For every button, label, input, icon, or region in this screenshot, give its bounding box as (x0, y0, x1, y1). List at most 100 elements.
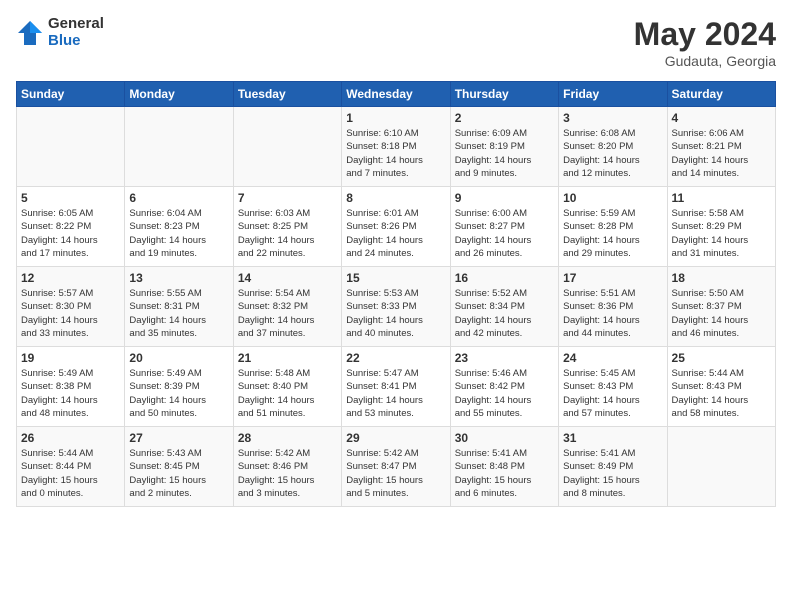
calendar-cell: 31 Sunrise: 5:41 AMSunset: 8:49 PMDayligh… (559, 427, 667, 507)
day-number: 31 (563, 431, 662, 445)
day-info: Sunrise: 5:49 AMSunset: 8:38 PMDaylight:… (21, 367, 120, 420)
day-number: 23 (455, 351, 554, 365)
day-info: Sunrise: 5:54 AMSunset: 8:32 PMDaylight:… (238, 287, 337, 340)
day-number: 10 (563, 191, 662, 205)
day-info: Sunrise: 5:50 AMSunset: 8:37 PMDaylight:… (672, 287, 771, 340)
day-number: 16 (455, 271, 554, 285)
calendar-cell: 17Sunrise: 5:51 AMSunset: 8:36 PMDayligh… (559, 267, 667, 347)
day-number: 12 (21, 271, 120, 285)
calendar-cell: 27Sunrise: 5:43 AMSunset: 8:45 PMDayligh… (125, 427, 233, 507)
calendar-cell: 13 Sunrise: 5:55 AMSunset: 8:31 PMDayligh… (125, 267, 233, 347)
day-info: Sunrise: 6:00 AMSunset: 8:27 PMDaylight:… (455, 207, 554, 260)
day-info: Sunrise: 6:10 AMSunset: 8:18 PMDaylight:… (346, 127, 445, 180)
day-number: 11 (672, 191, 771, 205)
calendar-cell: 28Sunrise: 5:42 AMSunset: 8:46 PMDayligh… (233, 427, 341, 507)
day-number: 3 (563, 111, 662, 125)
col-header-friday: Friday (559, 82, 667, 107)
day-info: Sunrise: 5:42 AMSunset: 8:47 PMDaylight:… (346, 447, 445, 500)
day-info: Sunrise: 5:55 AMSunset: 8:31 PMDaylight:… (129, 287, 228, 340)
day-info: Sunrise: 6:03 AMSunset: 8:25 PMDaylight:… (238, 207, 337, 260)
calendar-week-row: 5Sunrise: 6:05 AMSunset: 8:22 PMDaylight… (17, 187, 776, 267)
day-number: 26 (21, 431, 120, 445)
day-info: Sunrise: 5:51 AMSunset: 8:36 PMDaylight:… (563, 287, 662, 340)
calendar-cell: 29 Sunrise: 5:42 AMSunset: 8:47 PMDayligh… (342, 427, 450, 507)
calendar-cell: 2 Sunrise: 6:09 AMSunset: 8:19 PMDaylight… (450, 107, 558, 187)
calendar-cell: 10Sunrise: 5:59 AMSunset: 8:28 PMDayligh… (559, 187, 667, 267)
calendar-title: May 2024 (634, 16, 776, 53)
day-number: 8 (346, 191, 445, 205)
day-info: Sunrise: 5:41 AMSunset: 8:49 PMDaylight:… (563, 447, 662, 500)
col-header-wednesday: Wednesday (342, 82, 450, 107)
day-info: Sunrise: 6:08 AMSunset: 8:20 PMDaylight:… (563, 127, 662, 180)
day-info: Sunrise: 5:48 AMSunset: 8:40 PMDaylight:… (238, 367, 337, 420)
calendar-cell: 20 Sunrise: 5:49 AMSunset: 8:39 PMDayligh… (125, 347, 233, 427)
calendar-cell (125, 107, 233, 187)
day-number: 25 (672, 351, 771, 365)
day-number: 20 (129, 351, 228, 365)
calendar-cell: 25 Sunrise: 5:44 AMSunset: 8:43 PMDayligh… (667, 347, 775, 427)
day-info: Sunrise: 5:52 AMSunset: 8:34 PMDaylight:… (455, 287, 554, 340)
day-info: Sunrise: 5:47 AMSunset: 8:41 PMDaylight:… (346, 367, 445, 420)
day-info: Sunrise: 6:09 AMSunset: 8:19 PMDaylight:… (455, 127, 554, 180)
day-number: 22 (346, 351, 445, 365)
day-number: 21 (238, 351, 337, 365)
day-info: Sunrise: 5:44 AMSunset: 8:43 PMDaylight:… (672, 367, 771, 420)
calendar-cell: 16 Sunrise: 5:52 AMSunset: 8:34 PMDayligh… (450, 267, 558, 347)
calendar-cell: 23 Sunrise: 5:46 AMSunset: 8:42 PMDayligh… (450, 347, 558, 427)
calendar-cell: 15 Sunrise: 5:53 AMSunset: 8:33 PMDayligh… (342, 267, 450, 347)
logo: General Blue (16, 16, 104, 49)
col-header-monday: Monday (125, 82, 233, 107)
day-info: Sunrise: 5:41 AMSunset: 8:48 PMDaylight:… (455, 447, 554, 500)
logo-blue-text: Blue (48, 33, 104, 50)
day-number: 15 (346, 271, 445, 285)
logo-text: General Blue (48, 16, 104, 49)
day-info: Sunrise: 5:49 AMSunset: 8:39 PMDaylight:… (129, 367, 228, 420)
calendar-location: Gudauta, Georgia (634, 53, 776, 69)
day-number: 18 (672, 271, 771, 285)
day-info: Sunrise: 5:58 AMSunset: 8:29 PMDaylight:… (672, 207, 771, 260)
calendar-cell: 9Sunrise: 6:00 AMSunset: 8:27 PMDaylight… (450, 187, 558, 267)
day-info: Sunrise: 5:53 AMSunset: 8:33 PMDaylight:… (346, 287, 445, 340)
page-header: General Blue May 2024 Gudauta, Georgia (16, 16, 776, 69)
calendar-week-row: 12Sunrise: 5:57 AMSunset: 8:30 PMDayligh… (17, 267, 776, 347)
calendar-table: SundayMondayTuesdayWednesdayThursdayFrid… (16, 81, 776, 507)
day-number: 19 (21, 351, 120, 365)
day-number: 29 (346, 431, 445, 445)
day-info: Sunrise: 5:44 AMSunset: 8:44 PMDaylight:… (21, 447, 120, 500)
day-number: 2 (455, 111, 554, 125)
day-info: Sunrise: 6:05 AMSunset: 8:22 PMDaylight:… (21, 207, 120, 260)
col-header-tuesday: Tuesday (233, 82, 341, 107)
day-info: Sunrise: 5:42 AMSunset: 8:46 PMDaylight:… (238, 447, 337, 500)
calendar-cell: 11 Sunrise: 5:58 AMSunset: 8:29 PMDayligh… (667, 187, 775, 267)
calendar-cell: 5Sunrise: 6:05 AMSunset: 8:22 PMDaylight… (17, 187, 125, 267)
calendar-cell (233, 107, 341, 187)
day-number: 6 (129, 191, 228, 205)
col-header-saturday: Saturday (667, 82, 775, 107)
calendar-cell: 19 Sunrise: 5:49 AMSunset: 8:38 PMDayligh… (17, 347, 125, 427)
calendar-week-row: 1Sunrise: 6:10 AMSunset: 8:18 PMDaylight… (17, 107, 776, 187)
day-number: 4 (672, 111, 771, 125)
calendar-cell (17, 107, 125, 187)
calendar-cell: 8Sunrise: 6:01 AMSunset: 8:26 PMDaylight… (342, 187, 450, 267)
calendar-cell: 21 Sunrise: 5:48 AMSunset: 8:40 PMDayligh… (233, 347, 341, 427)
calendar-cell: 3 Sunrise: 6:08 AMSunset: 8:20 PMDaylight… (559, 107, 667, 187)
day-number: 13 (129, 271, 228, 285)
calendar-cell: 12Sunrise: 5:57 AMSunset: 8:30 PMDayligh… (17, 267, 125, 347)
col-header-thursday: Thursday (450, 82, 558, 107)
day-info: Sunrise: 6:06 AMSunset: 8:21 PMDaylight:… (672, 127, 771, 180)
calendar-week-row: 19 Sunrise: 5:49 AMSunset: 8:38 PMDayligh… (17, 347, 776, 427)
calendar-week-row: 26 Sunrise: 5:44 AMSunset: 8:44 PMDayligh… (17, 427, 776, 507)
calendar-cell: 18 Sunrise: 5:50 AMSunset: 8:37 PMDayligh… (667, 267, 775, 347)
day-info: Sunrise: 5:45 AMSunset: 8:43 PMDaylight:… (563, 367, 662, 420)
calendar-cell (667, 427, 775, 507)
calendar-cell: 14Sunrise: 5:54 AMSunset: 8:32 PMDayligh… (233, 267, 341, 347)
calendar-cell: 4 Sunrise: 6:06 AMSunset: 8:21 PMDaylight… (667, 107, 775, 187)
calendar-cell: 1Sunrise: 6:10 AMSunset: 8:18 PMDaylight… (342, 107, 450, 187)
calendar-cell: 7 Sunrise: 6:03 AMSunset: 8:25 PMDaylight… (233, 187, 341, 267)
day-number: 27 (129, 431, 228, 445)
logo-general-text: General (48, 16, 104, 33)
calendar-header-row: SundayMondayTuesdayWednesdayThursdayFrid… (17, 82, 776, 107)
col-header-sunday: Sunday (17, 82, 125, 107)
day-number: 7 (238, 191, 337, 205)
day-info: Sunrise: 5:46 AMSunset: 8:42 PMDaylight:… (455, 367, 554, 420)
